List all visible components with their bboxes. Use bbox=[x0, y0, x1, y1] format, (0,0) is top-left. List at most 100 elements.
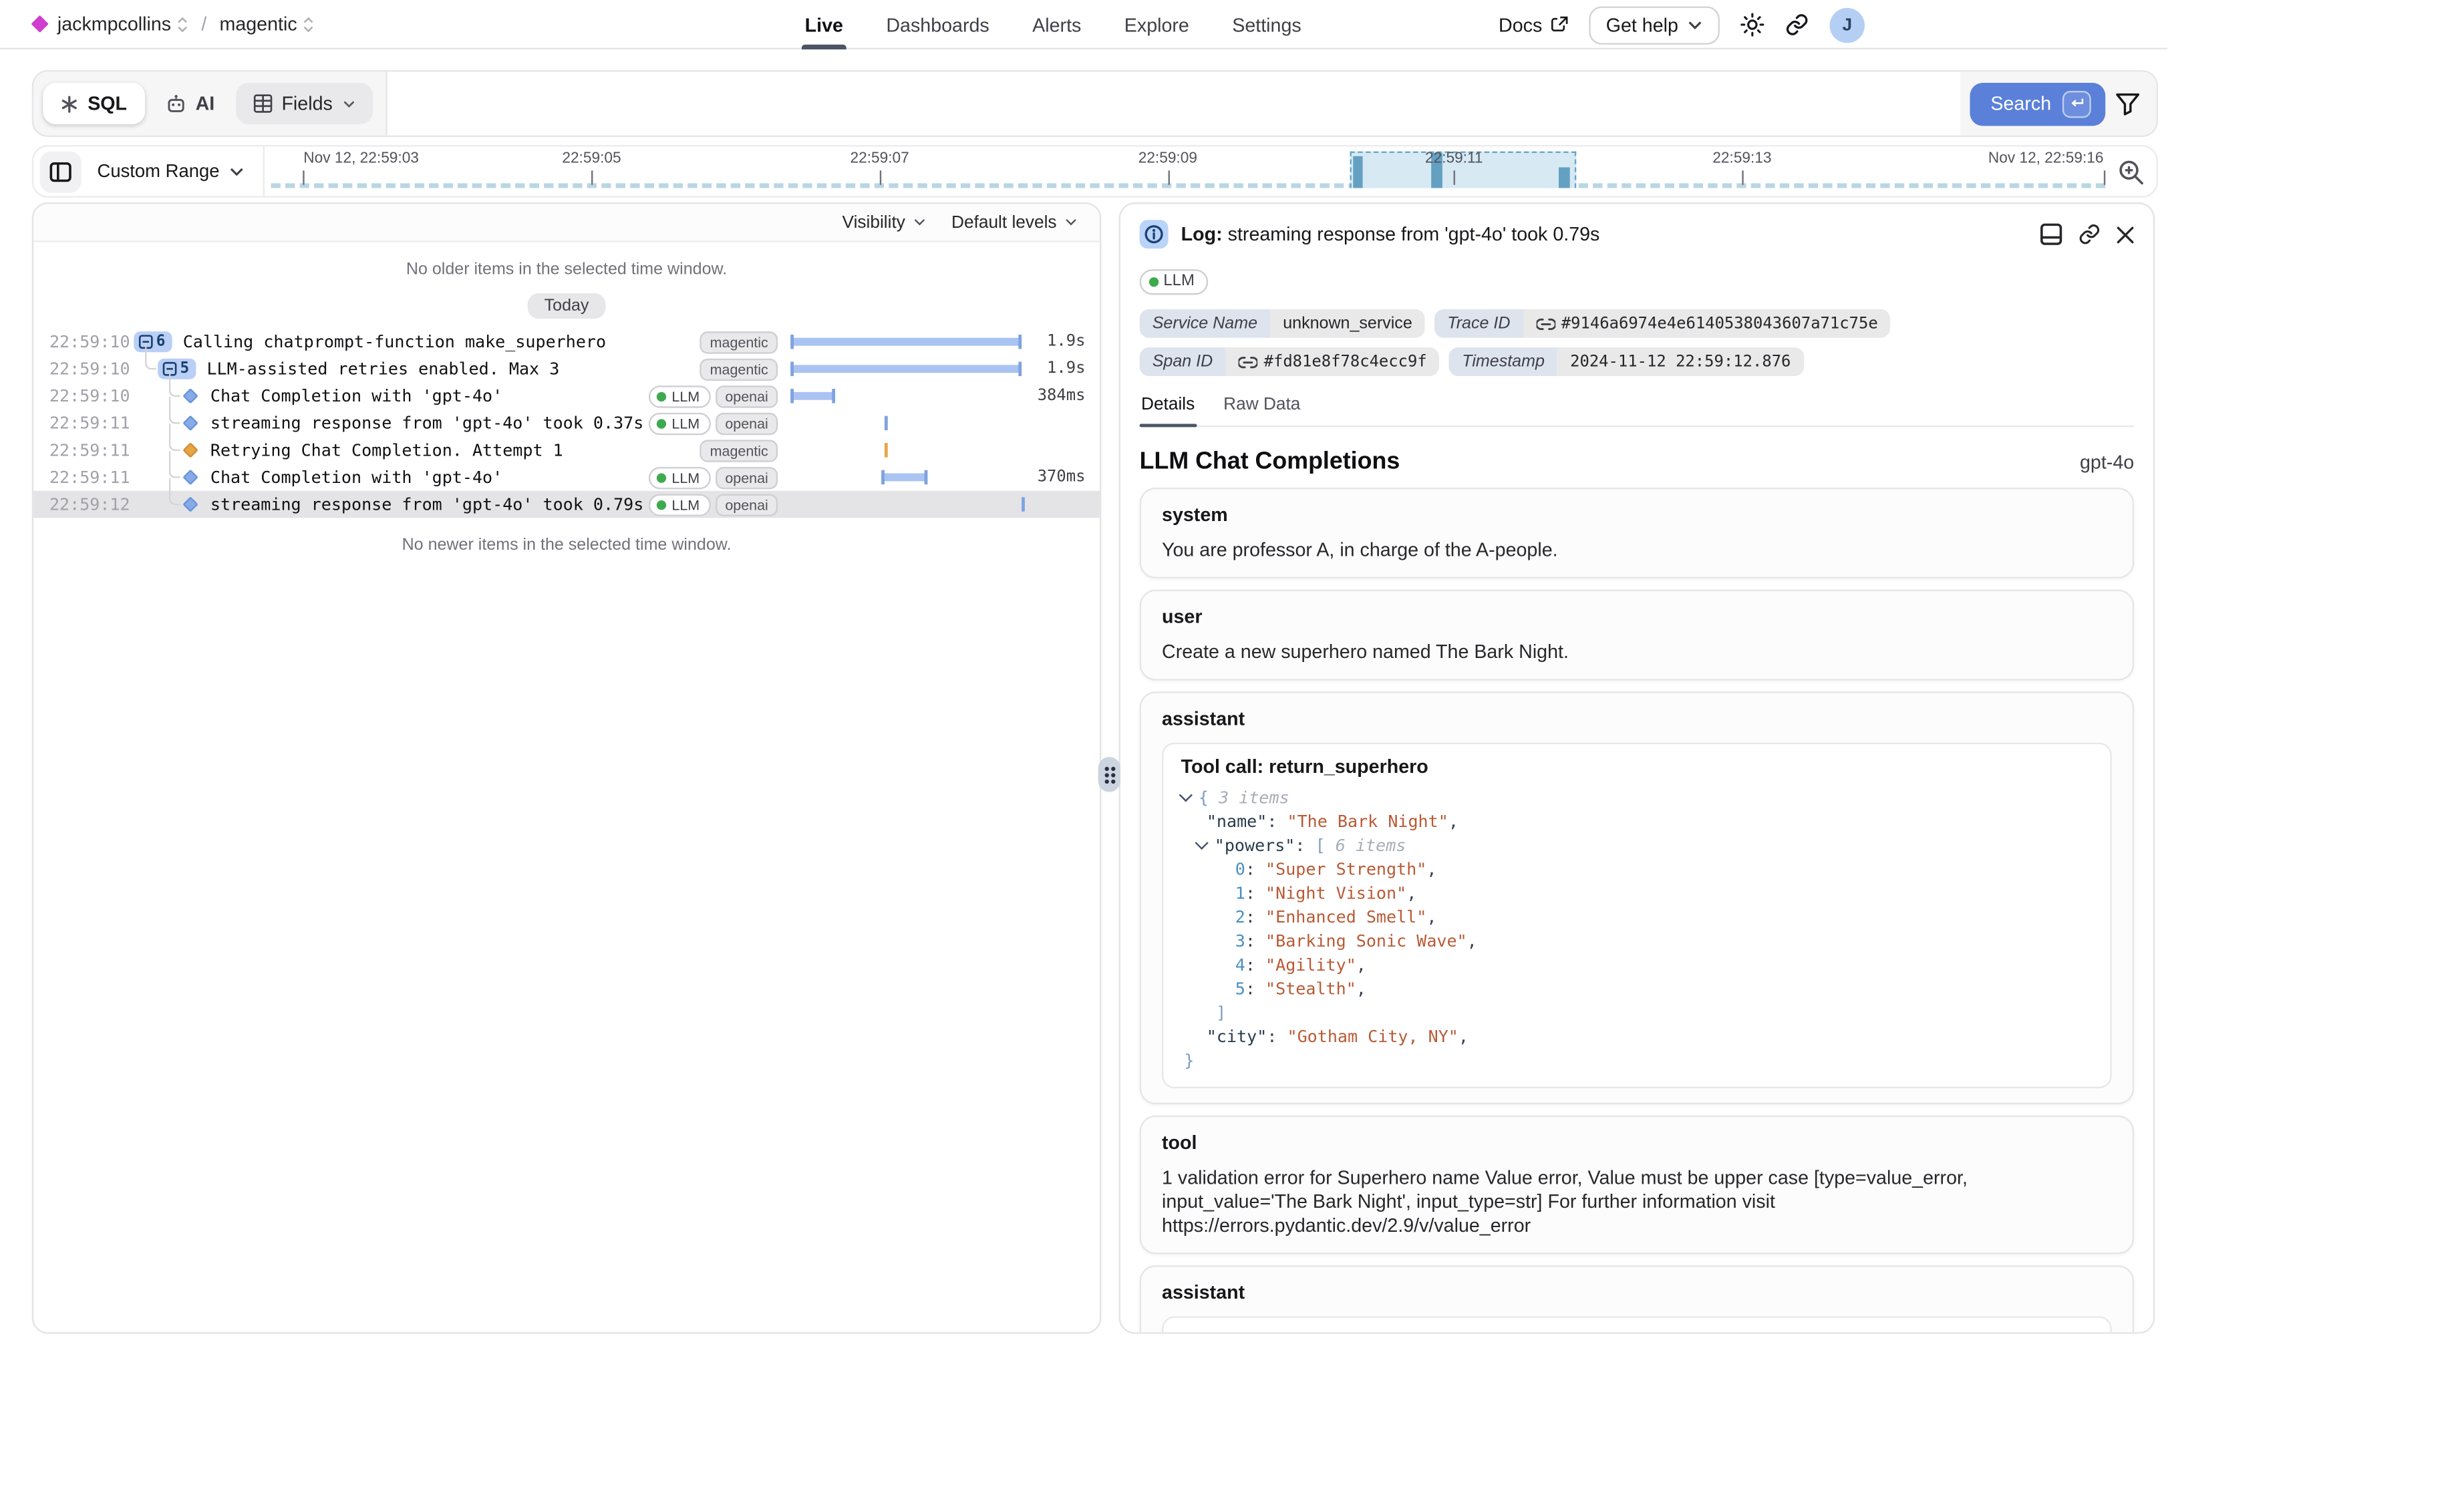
tool-call-name: Tool call: return_superhero bbox=[1181, 1329, 2093, 1334]
timeline-tick-label: 22:59:07 bbox=[851, 150, 909, 167]
default-levels-dropdown[interactable]: Default levels bbox=[951, 212, 1078, 232]
timeline-tick-label: 22:59:11 bbox=[1425, 150, 1483, 167]
timeline-chart[interactable]: Nov 12, 22:59:0322:59:0522:59:0722:59:09… bbox=[271, 145, 2105, 198]
tag-openai: openai bbox=[716, 466, 778, 488]
tab-label: Live bbox=[805, 13, 843, 35]
log-detail-panel: Log: streaming response from 'gpt-4o' to… bbox=[1119, 202, 2155, 1334]
zoom-in-icon bbox=[2118, 158, 2143, 184]
log-row[interactable]: 22:59:12streaming response from 'gpt-4o'… bbox=[33, 491, 1100, 518]
json-index: 0 bbox=[1235, 860, 1245, 880]
tag-openai: openai bbox=[716, 412, 778, 434]
theme-toggle-button[interactable] bbox=[1740, 13, 1764, 37]
tab-live[interactable]: Live bbox=[805, 0, 843, 49]
tag-label: LLM bbox=[671, 468, 700, 487]
collapse-panel-button[interactable] bbox=[40, 150, 82, 192]
detail-tab-raw-data[interactable]: Raw Data bbox=[1222, 395, 1302, 426]
json-line[interactable]: "powers": [ 6 items bbox=[1181, 835, 2093, 859]
layout-toggle-button[interactable] bbox=[2040, 223, 2062, 245]
message-card-assistant: assistantTool call: return_superhero{ 3 … bbox=[1140, 691, 2135, 1104]
tab-explore[interactable]: Explore bbox=[1124, 0, 1189, 49]
log-row[interactable]: 22:59:105LLM-assisted retries enabled. M… bbox=[33, 355, 1100, 383]
caret-down-icon[interactable] bbox=[1179, 788, 1193, 802]
search-button[interactable]: Search bbox=[1970, 82, 2105, 125]
close-detail-button[interactable] bbox=[2117, 226, 2134, 243]
llm-tag: LLM bbox=[1140, 269, 1209, 295]
message-role: system bbox=[1162, 504, 2112, 526]
robot-icon bbox=[165, 94, 186, 114]
llm-tag-label: LLM bbox=[1163, 273, 1194, 292]
user-avatar[interactable]: J bbox=[1830, 7, 1865, 42]
detail-header: Log: streaming response from 'gpt-4o' to… bbox=[1140, 220, 2135, 248]
tab-dashboards[interactable]: Dashboards bbox=[886, 0, 989, 49]
panel-resize-handle[interactable] bbox=[1098, 757, 1120, 792]
duration-track bbox=[787, 409, 1030, 437]
copy-link-button[interactable] bbox=[1785, 13, 1809, 37]
json-index: 2 bbox=[1235, 908, 1245, 928]
visibility-dropdown[interactable]: Visibility bbox=[842, 212, 926, 232]
timeline-tick-mark bbox=[1454, 170, 1455, 184]
log-row[interactable]: 22:59:10Chat Completion with 'gpt-4o'LLM… bbox=[33, 383, 1100, 410]
meta-trace-id[interactable]: Trace ID#9146a6974e4e6140538043607a71c75… bbox=[1434, 309, 1891, 338]
log-message: LLM-assisted retries enabled. Max 3 bbox=[206, 359, 559, 379]
enter-key-icon bbox=[2062, 90, 2091, 118]
tab-alerts[interactable]: Alerts bbox=[1032, 0, 1081, 49]
copy-detail-link-button[interactable] bbox=[2078, 223, 2101, 245]
log-tags: magentic bbox=[700, 358, 778, 380]
timeline-tick-mark bbox=[591, 170, 593, 184]
meta-span-id[interactable]: Span ID#fd81e8f78c4ecc9f bbox=[1140, 347, 1440, 376]
tag-llm: LLM bbox=[649, 466, 711, 488]
json-line: ] bbox=[1181, 1002, 2093, 1026]
tag-llm: LLM bbox=[649, 493, 711, 515]
duration-track bbox=[787, 383, 1030, 410]
log-time: 22:59:11 bbox=[49, 413, 134, 433]
tab-settings[interactable]: Settings bbox=[1232, 0, 1301, 49]
log-row[interactable]: 22:59:106Calling chatprompt-function mak… bbox=[33, 328, 1100, 355]
ai-mode-button[interactable]: AI bbox=[151, 83, 229, 124]
log-duration: 1.9s bbox=[1030, 333, 1100, 351]
sidebar-toggle-icon bbox=[49, 160, 71, 182]
timeline-zoom-button[interactable] bbox=[2118, 158, 2143, 184]
project-switcher[interactable]: magentic bbox=[219, 13, 314, 35]
detail-llm-tag-row: LLM bbox=[1140, 266, 2135, 295]
warn-diamond-icon bbox=[182, 442, 198, 458]
json-line: 2: "Enhanced Smell", bbox=[1181, 906, 2093, 931]
link-icon bbox=[2078, 223, 2101, 245]
log-icon-slot bbox=[182, 472, 199, 483]
external-link-icon bbox=[1550, 16, 1567, 33]
breadcrumb-separator: / bbox=[201, 13, 206, 35]
json-bracket: ] bbox=[1216, 1004, 1226, 1023]
fields-dropdown[interactable]: Fields bbox=[235, 83, 372, 124]
docs-label: Docs bbox=[1499, 13, 1542, 35]
section-header: LLM Chat Completions gpt-4o bbox=[1140, 448, 2135, 475]
message-text: 1 validation error for Superhero name Va… bbox=[1162, 1166, 2112, 1238]
message-role: tool bbox=[1162, 1132, 2112, 1154]
detail-tab-details[interactable]: Details bbox=[1140, 395, 1197, 426]
filter-button[interactable] bbox=[2115, 92, 2141, 116]
duration-tick bbox=[884, 416, 887, 430]
get-help-button[interactable]: Get help bbox=[1588, 5, 1720, 43]
json-value: "Super Strength" bbox=[1265, 860, 1426, 880]
log-row[interactable]: 22:59:11Chat Completion with 'gpt-4o'LLM… bbox=[33, 464, 1100, 491]
log-row[interactable]: 22:59:11streaming response from 'gpt-4o'… bbox=[33, 409, 1100, 437]
fields-label: Fields bbox=[281, 92, 332, 114]
org-switcher[interactable]: jackmpcollins bbox=[57, 13, 188, 35]
table-grid-icon bbox=[253, 94, 273, 114]
caret-down-icon[interactable] bbox=[1195, 836, 1209, 850]
close-icon bbox=[2117, 226, 2134, 243]
meta-value: #9146a6974e4e6140538043607a71c75e bbox=[1523, 309, 1891, 338]
no-older-note: No older items in the selected time wind… bbox=[33, 260, 1100, 279]
tab-label: Alerts bbox=[1032, 13, 1081, 35]
sql-mode-button[interactable]: SQL bbox=[43, 83, 144, 124]
histogram-bar bbox=[1353, 156, 1362, 188]
log-message: Chat Completion with 'gpt-4o' bbox=[210, 468, 502, 487]
today-pill[interactable]: Today bbox=[528, 293, 605, 319]
log-row[interactable]: 22:59:11Retrying Chat Completion. Attemp… bbox=[33, 437, 1100, 464]
time-range-dropdown[interactable]: Custom Range bbox=[82, 162, 263, 181]
json-viewer: { 3 items"name": "The Bark Night","power… bbox=[1181, 787, 2093, 1073]
chevron-down-icon bbox=[913, 218, 926, 226]
docs-link[interactable]: Docs bbox=[1499, 13, 1567, 35]
json-line[interactable]: { 3 items bbox=[1181, 787, 2093, 811]
timeline-tick-label: 22:59:05 bbox=[562, 150, 621, 167]
search-query-input[interactable] bbox=[386, 71, 1961, 135]
json-bracket: { bbox=[1199, 789, 1219, 808]
